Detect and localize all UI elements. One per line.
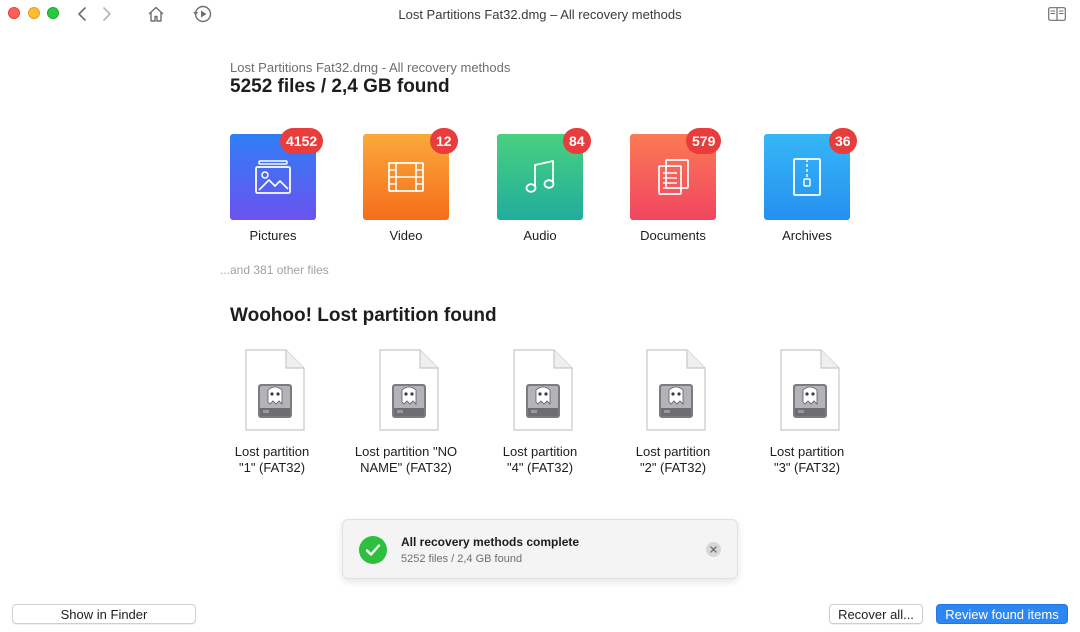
notification-title: All recovery methods complete bbox=[401, 535, 580, 549]
checkmark-icon bbox=[359, 536, 387, 564]
partition-label: Lost partition "1" (FAT32) bbox=[208, 444, 336, 476]
category-label: Audio bbox=[523, 228, 557, 243]
category-label: Pictures bbox=[249, 228, 297, 243]
partition-label-line: Lost partition bbox=[635, 444, 711, 459]
category-count-badge: 579 bbox=[686, 128, 722, 154]
toggle-sidebar-button[interactable] bbox=[1048, 6, 1066, 22]
category-label: Video bbox=[389, 228, 423, 243]
partition-label-line: NAME" (FAT32) bbox=[360, 460, 452, 475]
category-count-badge: 84 bbox=[563, 128, 591, 154]
partition-label-line: Lost partition "NO bbox=[354, 444, 458, 459]
recover-all-button[interactable]: Recover all... bbox=[829, 604, 923, 624]
partition-label-line: Lost partition bbox=[502, 444, 578, 459]
partition-label: Lost partition "2" (FAT32) bbox=[609, 444, 737, 476]
other-files-link[interactable]: ...and 381 other files bbox=[220, 263, 329, 277]
music-note-icon bbox=[525, 160, 555, 193]
partitions-heading: Woohoo! Lost partition found bbox=[230, 305, 497, 326]
scan-summary: 5252 files / 2,4 GB found bbox=[230, 76, 450, 97]
close-icon bbox=[710, 546, 717, 553]
film-icon bbox=[388, 162, 424, 192]
scan-subtitle: Lost Partitions Fat32.dmg - All recovery… bbox=[230, 60, 511, 75]
disk-image-icon bbox=[643, 348, 707, 432]
partition-label-line: Lost partition bbox=[769, 444, 845, 459]
title-bar: Lost Partitions Fat32.dmg – All recovery… bbox=[0, 0, 1080, 28]
show-in-finder-button[interactable]: Show in Finder bbox=[12, 604, 196, 624]
disk-image-icon bbox=[376, 348, 440, 432]
archive-icon bbox=[793, 158, 821, 196]
completion-notification: All recovery methods complete 5252 files… bbox=[342, 519, 738, 579]
partition-label: Lost partition "NO NAME" (FAT32) bbox=[342, 444, 470, 476]
review-found-items-button[interactable]: Review found items bbox=[936, 604, 1068, 624]
window-title: Lost Partitions Fat32.dmg – All recovery… bbox=[398, 7, 682, 22]
disk-image-icon bbox=[510, 348, 574, 432]
disk-image-icon bbox=[242, 348, 306, 432]
document-icon bbox=[658, 159, 689, 195]
category-count-badge: 12 bbox=[430, 128, 458, 154]
partition-label-line: Lost partition bbox=[234, 444, 310, 459]
partition-label: Lost partition "4" (FAT32) bbox=[476, 444, 604, 476]
partition-label-line: "2" (FAT32) bbox=[639, 460, 707, 475]
close-notification-button[interactable] bbox=[706, 542, 721, 557]
category-count-badge: 4152 bbox=[280, 128, 324, 154]
notification-subtitle: 5252 files / 2,4 GB found bbox=[401, 553, 523, 565]
partition-label: Lost partition "3" (FAT32) bbox=[743, 444, 871, 476]
category-count-badge: 36 bbox=[829, 128, 857, 154]
category-label: Documents bbox=[640, 228, 706, 243]
partition-label-line: "4" (FAT32) bbox=[506, 460, 574, 475]
sidebar-icon bbox=[1048, 7, 1066, 21]
disk-image-icon bbox=[777, 348, 841, 432]
picture-icon bbox=[255, 160, 291, 194]
partition-label-line: "1" (FAT32) bbox=[238, 460, 306, 475]
partition-label-line: "3" (FAT32) bbox=[773, 460, 841, 475]
category-label: Archives bbox=[782, 228, 832, 243]
